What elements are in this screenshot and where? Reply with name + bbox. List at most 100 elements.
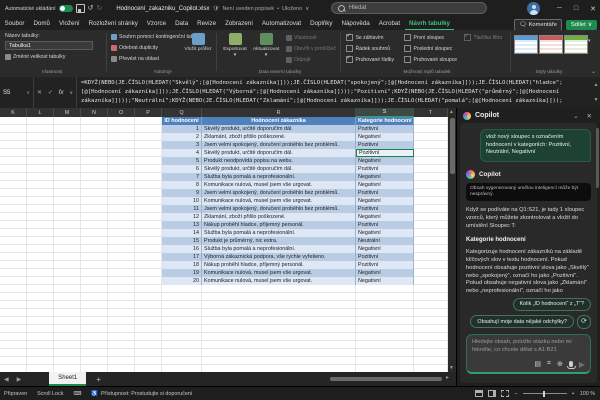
column-header-P[interactable]: P <box>135 108 162 117</box>
cell-id[interactable]: 7 <box>162 173 202 181</box>
cell-id[interactable]: 13 <box>162 221 202 229</box>
cell-category[interactable]: Negativní <box>356 269 414 277</box>
table-row[interactable]: 15 Produkt je průměrný, nic extra. Neutrál… <box>162 237 414 245</box>
checkbox-řádek-souhrnů[interactable]: Řádek souhrnů <box>346 45 394 53</box>
cell-review-text[interactable]: Nákup proběhl hladce, příjemný personál. <box>202 261 356 269</box>
tab-vložení[interactable]: Vložení <box>54 17 84 30</box>
insert-slicer-button[interactable]: Vložit průřez <box>184 33 212 69</box>
insert-function-icon[interactable]: fx <box>59 90 64 96</box>
cell-id[interactable]: 9 <box>162 189 202 197</box>
cell-review-text[interactable]: Zklamání, zboží přišlo poškozené. <box>202 213 356 221</box>
table-row[interactable]: 11 Jsem velmi spokojený, doručení proběhl… <box>162 205 414 213</box>
doc-label[interactable]: Není uveden popisek <box>222 6 274 12</box>
cell-review-text[interactable]: Jsem velmi spokojený, doručení proběhlo … <box>202 189 356 197</box>
comments-button[interactable]: 🗨 Komentáře <box>514 18 562 31</box>
cell-category[interactable]: Negativní <box>356 277 414 285</box>
collapse-ribbon-icon[interactable]: ⌄ <box>591 68 596 75</box>
undo-icon[interactable]: ↺ <box>88 5 94 12</box>
cell-review-text[interactable]: Služba byla pomalá a neprofesionální. <box>202 245 356 253</box>
autosave-toggle[interactable] <box>58 5 73 12</box>
table-style-swatch[interactable] <box>514 35 538 54</box>
cell-review-text[interactable]: Produkt neodpovídá popisu na webu. <box>202 157 356 165</box>
cell-category[interactable]: Neutrální <box>356 237 414 245</box>
cell-category[interactable]: Negativní <box>356 197 414 205</box>
vertical-scroll-thumb[interactable] <box>449 118 455 174</box>
add-content-icon[interactable]: ⊕ <box>557 360 563 368</box>
hscroll-right-icon[interactable]: ▸ <box>446 374 449 381</box>
cell-review-text[interactable]: Komunikace nulová, musel jsem vše urgova… <box>202 277 356 285</box>
cell-review-text[interactable]: Skvělý produkt, určitě doporučím dál. <box>202 125 356 133</box>
cell-category[interactable]: Pozitivní <box>356 189 414 197</box>
sheet-tab-active[interactable]: Sheet1 <box>49 372 87 386</box>
table-style-swatch[interactable] <box>539 35 563 54</box>
cell-review-text[interactable]: Výborná zákaznická podpora, vše rychle v… <box>202 253 356 261</box>
cell-id[interactable]: 6 <box>162 165 202 173</box>
cell-review-text[interactable]: Komunikace nulová, musel jsem vše urgova… <box>202 269 356 277</box>
cell-review-text[interactable]: Skvělý produkt, určitě doporučím dál. <box>202 165 356 173</box>
column-header-S[interactable]: S <box>356 108 414 117</box>
chevron-down-icon[interactable]: ∨ <box>305 6 309 12</box>
table-row[interactable]: 8 Komunikace nulová, musel jsem vše urgov… <box>162 181 414 189</box>
table-header-cell[interactable]: Hodnocení zákazníka <box>202 117 356 125</box>
tab-revize[interactable]: Revize <box>193 17 221 30</box>
save-icon[interactable] <box>75 4 85 13</box>
tab-acrobat[interactable]: Acrobat <box>374 17 404 30</box>
microphone-icon[interactable] <box>567 361 577 370</box>
cell-review-text[interactable]: Služba byla pomalá a neprofesionální. <box>202 229 356 237</box>
cell-id[interactable]: 20 <box>162 277 202 285</box>
table-header-cell[interactable]: ID hodnocení <box>162 117 202 125</box>
table-header-cell[interactable]: Kategorie hodnocení <box>356 117 414 125</box>
cell-id[interactable]: 16 <box>162 245 202 253</box>
save-state[interactable]: Uloženo <box>282 6 302 12</box>
cell-id[interactable]: 1 <box>162 125 202 133</box>
table-row[interactable]: 17 Výborná zákaznická podpora, vše rychle… <box>162 253 414 261</box>
zoom-level[interactable]: 100 % <box>580 391 595 397</box>
tab-vzorce[interactable]: Vzorce <box>142 17 170 30</box>
cell-id[interactable]: 14 <box>162 229 202 237</box>
refresh-button[interactable]: Aktualizovat ▾ <box>252 33 280 69</box>
table-row[interactable]: 1 Skvělý produkt, určitě doporučím dál. Po… <box>162 125 414 133</box>
tab-návrh-tabulky[interactable]: Návrh tabulky <box>404 17 455 30</box>
formula-text[interactable]: =KDYŽ(NEBO(JE.ČÍSLO(HLEDAT("Skvělý";[@[H… <box>77 77 592 108</box>
cell-category[interactable]: Pozitivní <box>356 141 414 149</box>
column-header-N[interactable]: N <box>81 108 108 117</box>
cell-id[interactable]: 19 <box>162 269 202 277</box>
tab-nápověda[interactable]: Nápověda <box>337 17 374 30</box>
styles-more-button[interactable]: ▾ <box>588 38 591 44</box>
selected-cell[interactable]: Pozitivní <box>356 149 414 157</box>
cancel-entry-icon[interactable]: ✕ <box>37 89 42 96</box>
cell-review-text[interactable]: Jsem velmi spokojený, doručení proběhlo … <box>202 141 356 149</box>
search-box[interactable]: Hledat <box>331 2 487 14</box>
column-header-Q[interactable]: Q <box>162 108 202 117</box>
close-button[interactable]: ✕ <box>590 5 596 13</box>
cell-id[interactable]: 4 <box>162 149 202 157</box>
zoom-out-icon[interactable]: − <box>514 391 517 397</box>
copilot-close-icon[interactable]: ✕ <box>585 112 594 120</box>
scroll-up-icon[interactable]: ▲ <box>449 109 454 115</box>
column-header-R[interactable]: R <box>202 108 356 117</box>
page-break-view-icon[interactable] <box>501 390 510 397</box>
zoom-slider[interactable] <box>522 390 567 397</box>
cell-category[interactable]: Negativní <box>356 173 414 181</box>
table-row[interactable]: 7 Služba byla pomalá a neprofesionální. Ne… <box>162 173 414 181</box>
formula-chevron-icon[interactable]: ∨ <box>69 90 73 96</box>
sheet-prev-icon[interactable]: ◀ <box>0 376 13 383</box>
export-button[interactable]: Exportovat ▾ <box>221 33 249 69</box>
cell-category[interactable]: Negativní <box>356 181 414 189</box>
table-row[interactable]: 3 Jsem velmi spokojený, doručení proběhlo… <box>162 141 414 149</box>
column-header-T[interactable]: T <box>414 108 448 117</box>
cell-category[interactable]: Pozitivní <box>356 253 414 261</box>
tab-rozložení-stránky[interactable]: Rozložení stránky <box>84 17 142 30</box>
cell-review-text[interactable]: Komunikace nulová, musel jsem vše urgova… <box>202 197 356 205</box>
cell-category[interactable]: Pozitivní <box>356 165 414 173</box>
cell-id[interactable]: 17 <box>162 253 202 261</box>
prompt-guide-icon[interactable]: ▤ <box>534 360 541 368</box>
copilot-collapse-icon[interactable]: ⌄ <box>571 112 580 120</box>
table-row[interactable]: 5 Produkt neodpovídá popisu na webu. Negat… <box>162 157 414 165</box>
table-row[interactable]: 13 Nákup proběhl hladce, příjemný personá… <box>162 221 414 229</box>
table-row[interactable]: 6 Skvělý produkt, určitě doporučím dál. Po… <box>162 165 414 173</box>
cell-review-text[interactable]: Jsem velmi spokojený, doručení proběhlo … <box>202 205 356 213</box>
table-row[interactable]: 9 Jsem velmi spokojený, doručení proběhlo… <box>162 189 414 197</box>
table-row[interactable]: 12 Zklamání, zboží přišlo poškozené. Negat… <box>162 213 414 221</box>
cell-id[interactable]: 11 <box>162 205 202 213</box>
